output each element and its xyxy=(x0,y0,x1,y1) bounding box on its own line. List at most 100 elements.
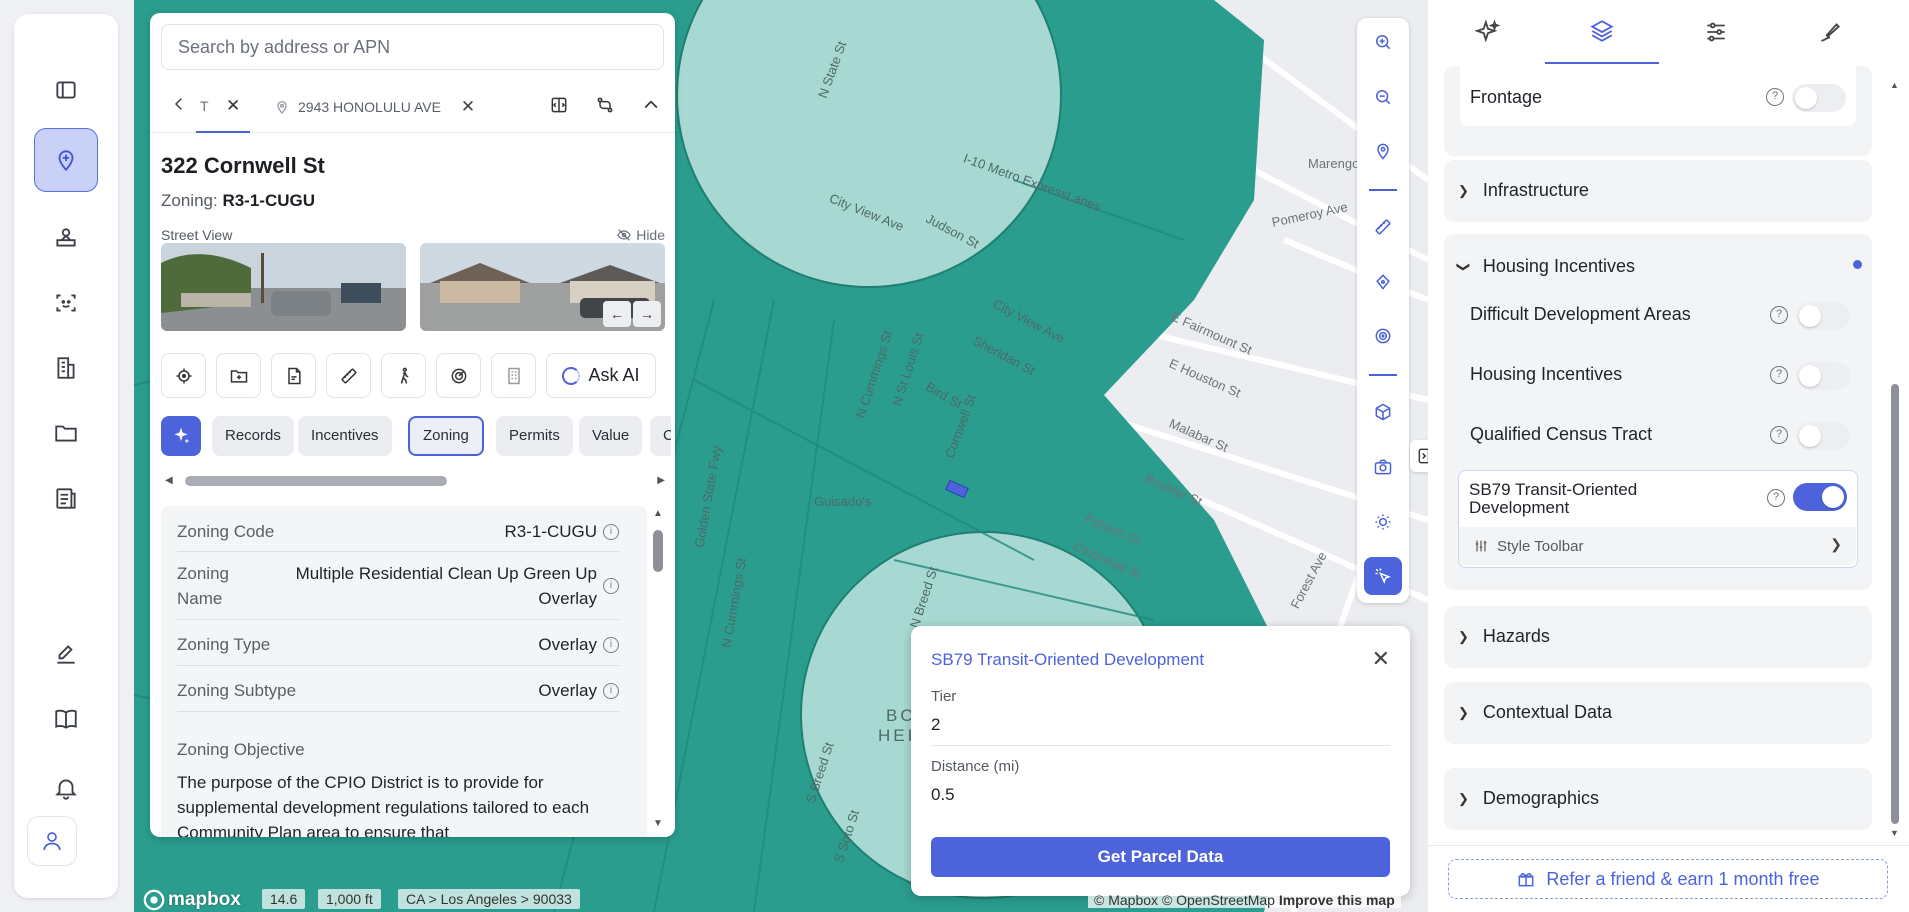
help-icon[interactable]: ? xyxy=(1767,489,1785,507)
close-tab-icon[interactable]: ✕ xyxy=(461,97,475,117)
guide-book-icon[interactable] xyxy=(34,687,98,751)
layer-toggle[interactable] xyxy=(1796,302,1850,330)
info-icon[interactable]: i xyxy=(603,578,619,594)
divider xyxy=(931,745,1390,746)
tab-layers-icon[interactable] xyxy=(1545,0,1659,64)
layer-name: Frontage xyxy=(1470,87,1543,107)
map-pin-add-icon[interactable] xyxy=(34,128,98,192)
tab-filters-icon[interactable] xyxy=(1659,0,1773,64)
compare-swap-icon[interactable] xyxy=(595,95,615,120)
mapbox-logo[interactable]: mapbox xyxy=(143,889,241,911)
walk-score-icon[interactable] xyxy=(381,353,426,398)
locate-crosshair-icon[interactable] xyxy=(161,353,206,398)
scrollbar-thumb[interactable] xyxy=(185,476,447,486)
help-icon[interactable]: ? xyxy=(1770,426,1788,444)
street-view-photo-1[interactable] xyxy=(161,243,406,331)
sidebar-toggle-icon[interactable] xyxy=(34,58,98,122)
scroll-up-arrow-icon[interactable]: ▲ xyxy=(1890,80,1899,90)
chip-value[interactable]: Value xyxy=(579,416,643,456)
chip-incentives[interactable]: Incentives xyxy=(298,416,392,456)
location-pin-icon[interactable] xyxy=(1364,132,1402,170)
layers-scrollbar[interactable]: ▲ ▼ xyxy=(1888,80,1900,838)
layer-toggle-on[interactable] xyxy=(1793,483,1847,511)
photo-prev-icon[interactable]: ← xyxy=(603,301,631,327)
dashboard-icon[interactable] xyxy=(34,206,98,270)
chip-zoning[interactable]: Zoning xyxy=(408,416,484,456)
chevron-right-icon: ❯ xyxy=(1458,628,1469,644)
chevron-left-icon[interactable] xyxy=(170,95,188,118)
chevron-right-icon: ❯ xyxy=(1458,182,1469,198)
ask-ai-button[interactable]: Ask AI xyxy=(546,353,656,398)
tab-draw-icon[interactable] xyxy=(1773,0,1887,64)
scroll-up-arrow-icon[interactable]: ▲ xyxy=(653,508,663,519)
building-icon[interactable] xyxy=(491,353,536,398)
layer-name: Housing Incentives xyxy=(1470,364,1623,384)
folder-icon[interactable] xyxy=(34,401,98,465)
scroll-right-arrow-icon[interactable]: ▶ xyxy=(657,475,665,486)
radius-search-icon[interactable] xyxy=(436,353,481,398)
section-contextual-data[interactable]: ❯ Contextual Data xyxy=(1444,682,1872,744)
ai-assistant-icon[interactable] xyxy=(34,271,98,335)
chip-permits[interactable]: Permits xyxy=(496,416,573,456)
section-header[interactable]: ❯ Housing Incentives xyxy=(1456,256,1635,277)
search-input[interactable]: Search by address or APN xyxy=(161,24,664,70)
camera-icon[interactable] xyxy=(1364,448,1402,486)
street-view-photo-2[interactable]: ← → xyxy=(420,243,665,331)
scroll-left-arrow-icon[interactable]: ◀ xyxy=(165,475,173,486)
layer-toggle[interactable] xyxy=(1796,422,1850,450)
profile-user-icon[interactable] xyxy=(27,816,77,866)
brightness-sun-icon[interactable] xyxy=(1364,503,1402,541)
info-icon[interactable]: i xyxy=(603,524,619,540)
hide-street-view-button[interactable]: Hide xyxy=(616,227,665,243)
info-icon[interactable]: i xyxy=(603,637,619,653)
category-chips: Records Incentives Zoning Permits Value … xyxy=(161,416,671,456)
map-attribution[interactable]: © Mapbox © OpenStreetMap Improve this ma… xyxy=(1088,892,1401,908)
close-icon[interactable]: ✕ xyxy=(1372,646,1390,672)
help-icon[interactable]: ? xyxy=(1766,88,1784,106)
help-icon[interactable]: ? xyxy=(1770,306,1788,324)
section-demographics[interactable]: ❯ Demographics xyxy=(1444,768,1872,830)
photo-next-icon[interactable]: → xyxy=(633,301,661,327)
add-to-folder-icon[interactable] xyxy=(216,353,261,398)
layer-toggle[interactable] xyxy=(1792,84,1846,112)
split-view-icon[interactable] xyxy=(549,95,569,120)
draw-polygon-icon[interactable] xyxy=(1364,263,1402,301)
buildings-icon[interactable] xyxy=(34,336,98,400)
tab-other-property[interactable]: 2943 HONOLULU AVE ✕ xyxy=(274,81,475,133)
section-infrastructure[interactable]: ❯ Infrastructure xyxy=(1444,160,1872,222)
tab-current-property[interactable]: T ✕ xyxy=(196,81,250,133)
ruler-icon[interactable] xyxy=(1364,208,1402,246)
zoom-out-icon[interactable] xyxy=(1364,78,1402,116)
chip-more[interactable]: Co xyxy=(650,416,671,456)
tab-ai-sparkles-icon[interactable] xyxy=(1431,0,1545,64)
ai-sparkle-chip-icon[interactable] xyxy=(161,416,201,456)
map-breadcrumb[interactable]: CA > Los Angeles > 90033 xyxy=(398,889,580,909)
select-cursor-icon[interactable] xyxy=(1364,557,1402,595)
info-icon[interactable]: i xyxy=(603,683,619,699)
chips-horizontal-scrollbar[interactable]: ◀ ▶ xyxy=(165,473,665,489)
notifications-bell-icon[interactable] xyxy=(34,756,98,820)
get-parcel-data-button[interactable]: Get Parcel Data xyxy=(931,837,1390,877)
refer-friend-button[interactable]: Refer a friend & earn 1 month free xyxy=(1448,859,1888,899)
scrollbar-thumb[interactable] xyxy=(653,530,663,572)
scroll-down-arrow-icon[interactable]: ▼ xyxy=(1890,828,1899,838)
help-icon[interactable]: ? xyxy=(1770,366,1788,384)
zoom-in-icon[interactable] xyxy=(1364,23,1402,61)
3d-cube-icon[interactable] xyxy=(1364,393,1402,431)
style-toolbar-row[interactable]: Style Toolbar ❯ xyxy=(1459,527,1856,565)
edit-icon[interactable] xyxy=(34,622,98,686)
measure-ruler-icon[interactable] xyxy=(326,353,371,398)
chevron-up-icon[interactable] xyxy=(641,95,661,120)
reports-icon[interactable] xyxy=(34,466,98,530)
close-tab-icon[interactable]: ✕ xyxy=(226,96,240,116)
details-vertical-scrollbar[interactable]: ▲ ▼ xyxy=(646,506,670,837)
chip-records[interactable]: Records xyxy=(212,416,294,456)
pdf-report-icon[interactable] xyxy=(271,353,316,398)
chevron-right-icon: ❯ xyxy=(1458,790,1469,806)
improve-map-link[interactable]: Improve this map xyxy=(1279,892,1395,908)
scroll-down-arrow-icon[interactable]: ▼ xyxy=(653,818,663,829)
radius-target-icon[interactable] xyxy=(1364,317,1402,355)
section-hazards[interactable]: ❯ Hazards xyxy=(1444,606,1872,668)
scrollbar-thumb[interactable] xyxy=(1891,384,1899,824)
layer-toggle[interactable] xyxy=(1796,362,1850,390)
